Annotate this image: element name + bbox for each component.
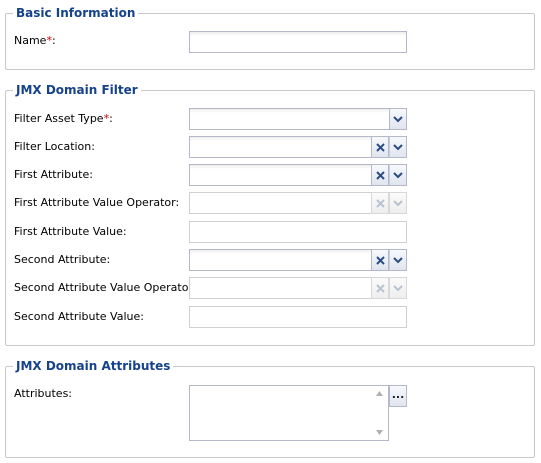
jmx-domain-attributes-legend: JMX Domain Attributes (13, 358, 174, 374)
second-attribute-dropdown-button[interactable] (389, 249, 407, 271)
filter-location-dropdown-button[interactable] (389, 136, 407, 158)
first-attribute-value-operator-clear-button[interactable] (371, 192, 389, 214)
second-attribute-value-operator-clear-button[interactable] (371, 277, 389, 299)
chevron-down-icon (393, 200, 403, 207)
basic-information-legend: Basic Information (13, 5, 139, 21)
scroll-down-arrow-icon[interactable] (376, 430, 383, 435)
first-attribute-value-operator-combo[interactable] (189, 192, 407, 214)
second-attribute-value-input[interactable] (189, 306, 407, 328)
second-attribute-clear-button[interactable] (371, 249, 389, 271)
second-attribute-value-operator-dropdown-button[interactable] (389, 277, 407, 299)
chevron-down-icon (393, 116, 403, 123)
attributes-textarea[interactable] (189, 385, 389, 441)
chevron-down-icon (393, 144, 403, 151)
filter-asset-type-field[interactable] (189, 108, 389, 130)
scroll-up-arrow-icon[interactable] (376, 391, 383, 396)
filter-location-label: Filter Location: (14, 140, 95, 153)
clear-x-icon (375, 142, 385, 152)
filter-asset-type-combo[interactable] (189, 108, 407, 130)
filter-asset-type-dropdown-button[interactable] (389, 108, 407, 130)
attributes-label: Attributes: (14, 387, 73, 400)
second-attribute-value-label: Second Attribute Value: (14, 310, 144, 323)
filter-location-combo[interactable] (189, 136, 407, 158)
second-attribute-label: Second Attribute: (14, 253, 111, 266)
jmx-domain-filter-legend: JMX Domain Filter (13, 82, 141, 98)
clear-x-icon (375, 283, 385, 293)
name-label: Name*: (14, 34, 56, 48)
filter-asset-type-label-text: Filter Asset Type (14, 112, 104, 125)
name-label-colon: : (51, 34, 56, 47)
filter-asset-type-label: Filter Asset Type*: (14, 112, 113, 126)
second-attribute-field[interactable] (189, 249, 371, 271)
attributes-browse-button[interactable]: ... (389, 385, 407, 407)
second-attribute-value-operator-label: Second Attribute Value Operator: (14, 281, 197, 294)
first-attribute-value-input[interactable] (189, 221, 407, 243)
first-attribute-value-operator-label: First Attribute Value Operator: (14, 196, 180, 209)
first-attribute-clear-button[interactable] (371, 164, 389, 186)
first-attribute-value-label: First Attribute Value: (14, 225, 127, 238)
filter-location-clear-button[interactable] (371, 136, 389, 158)
chevron-down-icon (393, 172, 403, 179)
clear-x-icon (375, 170, 385, 180)
first-attribute-field[interactable] (189, 164, 371, 186)
clear-x-icon (375, 198, 385, 208)
second-attribute-combo[interactable] (189, 249, 407, 271)
filter-asset-type-label-colon: : (109, 112, 113, 125)
attributes-scrollbar[interactable] (371, 386, 388, 440)
second-attribute-value-operator-combo[interactable] (189, 277, 407, 299)
first-attribute-combo[interactable] (189, 164, 407, 186)
first-attribute-value-operator-dropdown-button[interactable] (389, 192, 407, 214)
clear-x-icon (375, 255, 385, 265)
filter-location-field[interactable] (189, 136, 371, 158)
first-attribute-label: First Attribute: (14, 168, 93, 181)
first-attribute-value-operator-field[interactable] (189, 192, 371, 214)
second-attribute-value-operator-field[interactable] (189, 277, 371, 299)
chevron-down-icon (393, 257, 403, 264)
first-attribute-dropdown-button[interactable] (389, 164, 407, 186)
name-label-text: Name (14, 34, 47, 47)
name-input[interactable] (189, 31, 407, 53)
chevron-down-icon (393, 285, 403, 292)
